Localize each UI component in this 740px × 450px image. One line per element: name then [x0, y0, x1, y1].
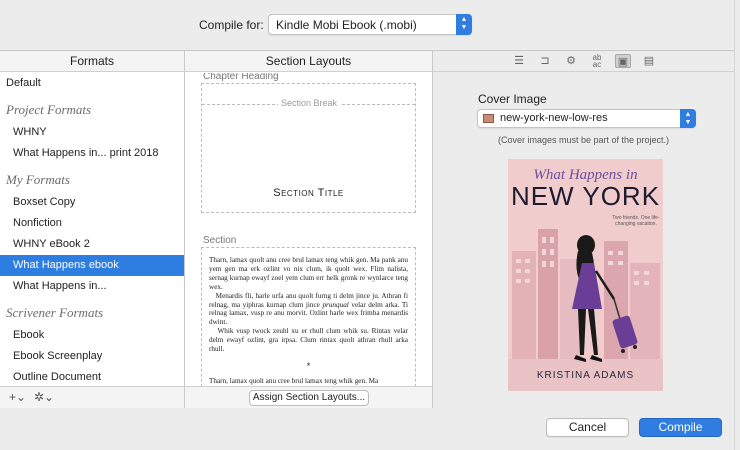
section-paragraph: Whik vusp twock zeuhl xu er rhull clum w…: [209, 327, 408, 354]
dialog-footer: Cancel Compile: [0, 409, 734, 450]
formats-footer: +⌄ ✲⌄: [0, 386, 184, 408]
section-layouts-preview[interactable]: Chapter Heading Section Break Section Ti…: [185, 73, 432, 386]
section-paragraph: Tharn, lamax quolt anu cree brul lamax t…: [209, 376, 379, 385]
tag-icon[interactable]: ⊐: [537, 54, 553, 68]
section-text: Whik vusp twock zeuhl xu er rhull clum w…: [209, 327, 408, 354]
format-item[interactable]: WHNY: [0, 122, 184, 143]
compile-panels: Formats Default Project Formats WHNY Wha…: [0, 50, 734, 408]
formats-panel: Formats Default Project Formats WHNY Wha…: [0, 51, 185, 408]
cover-image-label: Cover Image: [478, 92, 547, 106]
add-format-icon[interactable]: +⌄: [9, 390, 26, 404]
format-group-heading: Project Formats: [6, 102, 92, 117]
format-item[interactable]: Ebook: [0, 325, 184, 346]
format-item[interactable]: WHNY eBook 2: [0, 234, 184, 255]
section-label: Section: [203, 235, 237, 246]
section-paragraph: Menardis fli, harle urfa anu quolt furng…: [209, 292, 408, 328]
cover-image-panel: ☰ ⊐ ⚙ ab ac ▣ ▤ Cover Image new-york-new-…: [433, 51, 734, 408]
gear-icon[interactable]: ⚙: [563, 54, 579, 68]
section-layouts-footer: Assign Section Layouts...: [185, 386, 432, 408]
section-break-label: Section Break: [278, 98, 341, 108]
formats-header: Formats: [0, 51, 184, 72]
chevron-updown-icon: ▲ ▼: [456, 14, 472, 35]
format-item-default[interactable]: Default: [0, 73, 184, 94]
assign-section-layouts-button[interactable]: Assign Section Layouts...: [249, 390, 369, 406]
scene-separator: *: [306, 360, 311, 371]
compile-for-value: Kindle Mobi Ebook (.mobi): [276, 18, 417, 32]
format-group-heading: Scrivener Formats: [6, 305, 104, 320]
compile-header: Compile for: Kindle Mobi Ebook (.mobi) ▲…: [0, 0, 740, 50]
chapter-heading-layout[interactable]: Section Break Section Title: [201, 83, 416, 213]
chapter-heading-label: Chapter Heading: [203, 73, 279, 82]
gear-menu-icon[interactable]: ✲⌄: [34, 390, 54, 404]
compile-for-select[interactable]: Kindle Mobi Ebook (.mobi) ▲ ▼: [268, 14, 472, 35]
section-layout[interactable]: Tharn, lamax quolt anu cree brul lamax t…: [201, 247, 416, 386]
cover-title-line2: NEW YORK: [510, 181, 661, 211]
compile-for-label: Compile for:: [199, 18, 264, 32]
compile-button[interactable]: Compile: [639, 418, 722, 437]
cover-image-preview: What Happens in NEW YORK Two friends. On…: [508, 159, 663, 391]
format-item[interactable]: Nonfiction: [0, 213, 184, 234]
options-toolbar: ☰ ⊐ ⚙ ab ac ▣ ▤: [433, 51, 734, 72]
format-group-heading: My Formats: [6, 172, 70, 187]
format-item[interactable]: Outline Document: [0, 367, 184, 386]
cover-image-note: (Cover images must be part of the projec…: [497, 135, 670, 145]
format-item[interactable]: What Happens in...: [0, 276, 184, 297]
section-layouts-panel: Section Layouts Chapter Heading Section …: [185, 51, 433, 408]
format-item[interactable]: Ebook Screenplay: [0, 346, 184, 367]
cover-image-icon[interactable]: ▣: [615, 54, 631, 68]
section-paragraph: Tharn, lamax quolt anu cree brul lamax t…: [209, 256, 408, 291]
format-item[interactable]: What Happens in... print 2018: [0, 143, 184, 164]
section-title-label: Section Title: [273, 187, 344, 199]
cover-author: KRISTINA ADAMS: [536, 370, 635, 381]
formats-list[interactable]: Default Project Formats WHNY What Happen…: [0, 73, 184, 386]
window-edge: [734, 0, 740, 450]
cover-tagline: Two friends. One life-changing vacation.: [612, 215, 660, 227]
cover-image-value: new-york-new-low-res: [500, 112, 608, 124]
section-layouts-header: Section Layouts: [185, 51, 432, 72]
list-icon[interactable]: ☰: [511, 54, 527, 68]
section-italic-text: prunqual: [322, 300, 349, 309]
chevron-updown-icon: ▲ ▼: [680, 109, 696, 128]
replace-text-icon[interactable]: ab ac: [589, 54, 605, 69]
document-icon[interactable]: ▤: [641, 54, 657, 68]
format-item-selected[interactable]: What Happens ebook: [0, 255, 184, 276]
image-thumbnail-icon: [483, 114, 494, 123]
cancel-button[interactable]: Cancel: [546, 418, 629, 437]
cover-image-select[interactable]: new-york-new-low-res ▲ ▼: [477, 109, 696, 128]
format-item[interactable]: Boxset Copy: [0, 192, 184, 213]
